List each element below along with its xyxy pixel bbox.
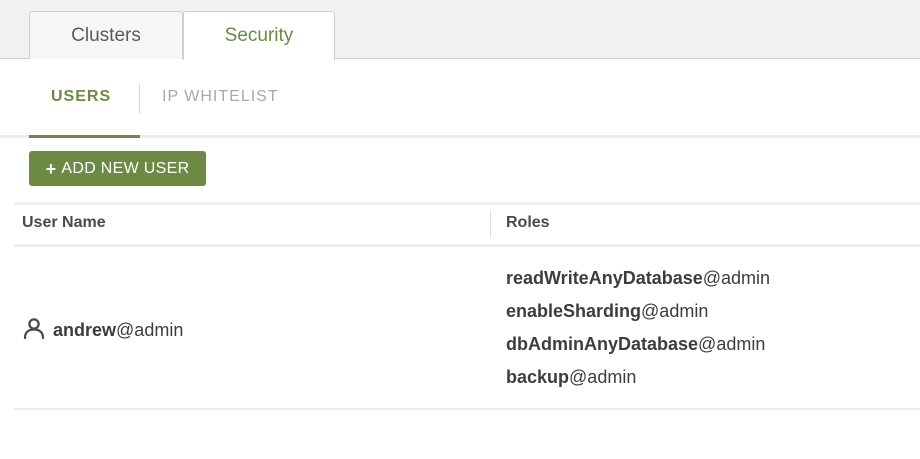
role-db: @admin — [698, 334, 766, 354]
user-name: andrew@admin — [53, 320, 183, 341]
column-header-user-name[interactable]: User Name — [22, 214, 106, 232]
subtab-divider — [139, 84, 140, 114]
role-item: readWriteAnyDatabase@admin — [506, 266, 770, 299]
tab-security[interactable]: Security — [183, 11, 335, 60]
user-cell[interactable]: andrew@admin — [22, 316, 183, 345]
column-header-roles[interactable]: Roles — [506, 214, 550, 232]
tab-clusters-label: Clusters — [71, 24, 141, 46]
user-realm: @admin — [116, 320, 184, 340]
subtab-active-indicator — [29, 135, 140, 138]
role-db: @admin — [702, 268, 771, 288]
header-bottom-rule — [14, 244, 920, 247]
add-new-user-button[interactable]: + ADD NEW USER — [29, 151, 206, 186]
column-divider — [490, 210, 491, 238]
table-row-rule — [14, 408, 920, 410]
subtab-users[interactable]: USERS — [51, 88, 111, 106]
roles-list: readWriteAnyDatabase@admin enableShardin… — [506, 266, 770, 398]
role-db: @admin — [569, 367, 637, 387]
add-new-user-label: ADD NEW USER — [61, 159, 190, 177]
plus-icon: + — [45, 158, 57, 179]
tab-clusters[interactable]: Clusters — [29, 11, 183, 59]
security-sub-tabs: USERS IP WHITELIST — [0, 60, 920, 139]
role-name: enableSharding — [506, 301, 642, 321]
user-icon — [22, 316, 46, 345]
role-item: backup@admin — [506, 365, 770, 398]
atlas-security-page: Clusters Security USERS IP WHITELIST + A… — [0, 0, 920, 459]
top-tab-bar: Clusters Security — [0, 0, 920, 60]
user-name-bold: andrew — [53, 320, 117, 340]
subtab-ip-whitelist[interactable]: IP WHITELIST — [162, 88, 279, 106]
table-top-rule — [14, 202, 920, 205]
role-item: enableSharding@admin — [506, 299, 770, 332]
role-item: dbAdminAnyDatabase@admin — [506, 332, 770, 365]
tab-security-label: Security — [224, 25, 294, 46]
role-name: dbAdminAnyDatabase — [506, 334, 699, 354]
role-name: readWriteAnyDatabase — [506, 268, 703, 288]
role-db: @admin — [641, 301, 709, 321]
role-name: backup — [506, 367, 570, 387]
